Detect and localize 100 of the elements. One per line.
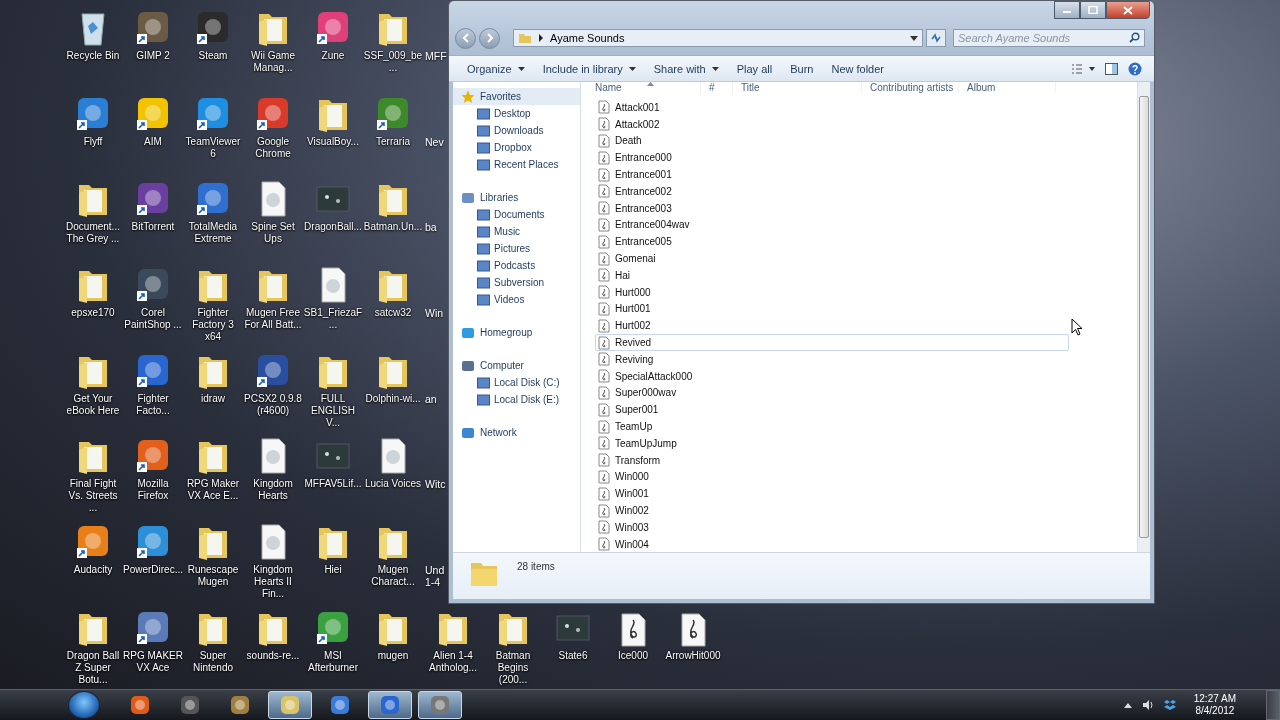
desktop-icon-label[interactable]: Kingdom Hearts II Fin... [243,564,303,601]
file-row[interactable]: Super001 [595,401,1069,419]
file-row[interactable]: Win002 [595,502,1069,519]
column-header[interactable]: # [701,82,733,93]
desktop-icon-label[interactable]: Nev [425,135,447,148]
desktop-icon-label[interactable]: SSF_009_be... [363,50,423,74]
desktop-icon-label[interactable]: Wii Game Manag... [243,50,303,74]
desktop-icon-label[interactable]: RPG MAKER VX Ace [123,649,183,674]
desktop-icon-label[interactable]: Runescape Mugen [183,564,243,589]
view-options-button[interactable] [1071,63,1095,74]
desktop-icon-label[interactable]: Kingdom Hearts [243,478,303,503]
column-header[interactable]: Title [733,82,862,93]
nav-item[interactable]: Podcasts [453,257,580,274]
preview-pane-button[interactable] [1105,62,1118,75]
column-header[interactable]: Contributing artists [862,82,959,93]
nav-item[interactable]: Computer [453,357,580,374]
desktop-icon-label[interactable]: an [425,392,447,405]
desktop-icon-label[interactable]: Corel PaintShop ... [123,307,183,332]
scrollbar-thumb[interactable] [1139,96,1149,538]
desktop-icon-label[interactable]: VisualBoy... [303,135,363,148]
desktop-icon-label[interactable]: TotalMedia Extreme [183,221,243,246]
start-button[interactable] [68,691,100,719]
taskbar-app-button[interactable] [368,691,412,719]
file-row[interactable]: Super000wav [595,384,1069,402]
file-row[interactable]: Entrance004wav [595,216,1069,234]
nav-item[interactable]: Desktop [453,105,580,122]
file-row[interactable]: Win004 [595,535,1069,553]
nav-item[interactable]: Subversion [453,274,580,291]
nav-item[interactable]: Videos [453,291,580,308]
nav-item[interactable]: Local Disk (C:) [453,374,580,391]
file-row[interactable]: Hurt001 [595,300,1069,318]
toolbar-button[interactable]: New folder [823,57,892,80]
desktop-icon-label[interactable]: epsxe170 [63,307,123,320]
desktop-icon-label[interactable]: Mozilla Firefox [123,478,183,503]
desktop-icon-label[interactable]: ArrowHit000 [663,650,723,662]
desktop-icon-label[interactable]: Alien 1-4 Antholog... [423,650,483,674]
toolbar-button[interactable]: Share with [645,57,727,80]
file-row[interactable]: Entrance000 [595,149,1069,167]
desktop-icon-label[interactable]: sounds-re... [243,649,303,662]
nav-item[interactable]: Dropbox [453,139,580,156]
back-button[interactable] [455,27,476,49]
desktop-icon-label[interactable]: State6 [543,650,603,662]
file-row[interactable]: Entrance005 [595,233,1069,251]
desktop-icon-label[interactable]: MFFAV5Lif... [303,478,363,491]
desktop-icon-label[interactable]: idraw [183,392,243,405]
nav-item[interactable]: Recent Places [453,156,580,173]
file-row[interactable]: SpecialAttack000 [595,367,1069,385]
nav-item[interactable]: Documents [453,206,580,223]
desktop-icon-label[interactable]: Terraria [363,135,423,148]
toolbar-button[interactable]: Organize [459,57,533,80]
desktop-icon-label[interactable]: Spine Set Ups [243,221,303,246]
desktop-icon-label[interactable]: SB1_FriezaF... [303,307,363,332]
box-icon[interactable] [1163,699,1176,711]
desktop-icon-label[interactable]: GIMP 2 [123,50,183,62]
nav-item[interactable]: Favorites [453,88,580,105]
forward-button[interactable] [479,27,500,49]
file-row[interactable]: Win003 [595,518,1069,536]
file-row[interactable]: Entrance003 [595,199,1069,217]
nav-item[interactable]: Homegroup [453,324,580,341]
desktop-icon-label[interactable]: Audacity [63,564,123,577]
taskbar-app-button[interactable] [268,691,312,719]
desktop-icon-label[interactable]: FULL ENGLISH V... [303,392,363,429]
help-button[interactable] [1128,61,1142,76]
caret-icon[interactable] [1123,702,1132,708]
desktop-icon-label[interactable]: Dolphin-wi... [363,392,423,405]
desktop-icon-label[interactable]: Ice000 [603,650,663,662]
maximize-button[interactable] [1080,1,1106,19]
column-header[interactable]: Album [959,82,1056,93]
desktop-icon-label[interactable]: Recycle Bin [63,50,123,62]
nav-item[interactable]: Music [453,223,580,240]
desktop-icon-label[interactable]: Hiei [303,564,363,577]
desktop-icon-label[interactable]: satcw32 [363,307,423,320]
nav-item[interactable]: Downloads [453,122,580,139]
nav-item[interactable]: Libraries [453,189,580,206]
desktop-icon-label[interactable]: Fighter Facto... [123,392,183,417]
search-field[interactable]: Search Ayame Sounds [953,29,1145,47]
file-row[interactable]: Win001 [595,485,1069,503]
address-bar[interactable]: Ayame Sounds [513,29,923,47]
desktop-icon-label[interactable]: mugen [363,649,423,662]
file-row[interactable]: Gomenai [595,250,1069,267]
desktop-icon-label[interactable]: Final Fight Vs. Streets ... [63,478,123,515]
scrollbar[interactable] [1137,82,1150,552]
file-row[interactable]: Hurt000 [595,283,1069,301]
file-row[interactable]: TeamUpJump [595,434,1069,452]
desktop-icon-label[interactable]: Zune [303,50,363,62]
file-row[interactable]: Hurt002 [595,317,1069,335]
desktop-icon-label[interactable]: Flyff [63,135,123,148]
nav-item[interactable]: Local Disk (E:) [453,391,580,408]
desktop-icon-label[interactable]: MFF [425,50,447,62]
desktop-icon-label[interactable]: MSI Afterburner [303,649,363,674]
file-row[interactable]: Reviving [595,350,1069,368]
minimize-button[interactable] [1054,1,1080,19]
file-row[interactable]: Entrance002 [595,183,1069,200]
nav-item[interactable]: Pictures [453,240,580,257]
file-row[interactable]: Win000 [595,468,1069,486]
toolbar-button[interactable]: Play all [728,57,781,80]
taskbar-app-button[interactable] [418,691,462,719]
desktop-icon-label[interactable]: Super Nintendo [183,649,243,674]
file-row[interactable]: Hai [595,266,1069,284]
file-row[interactable]: TeamUp [595,418,1069,435]
